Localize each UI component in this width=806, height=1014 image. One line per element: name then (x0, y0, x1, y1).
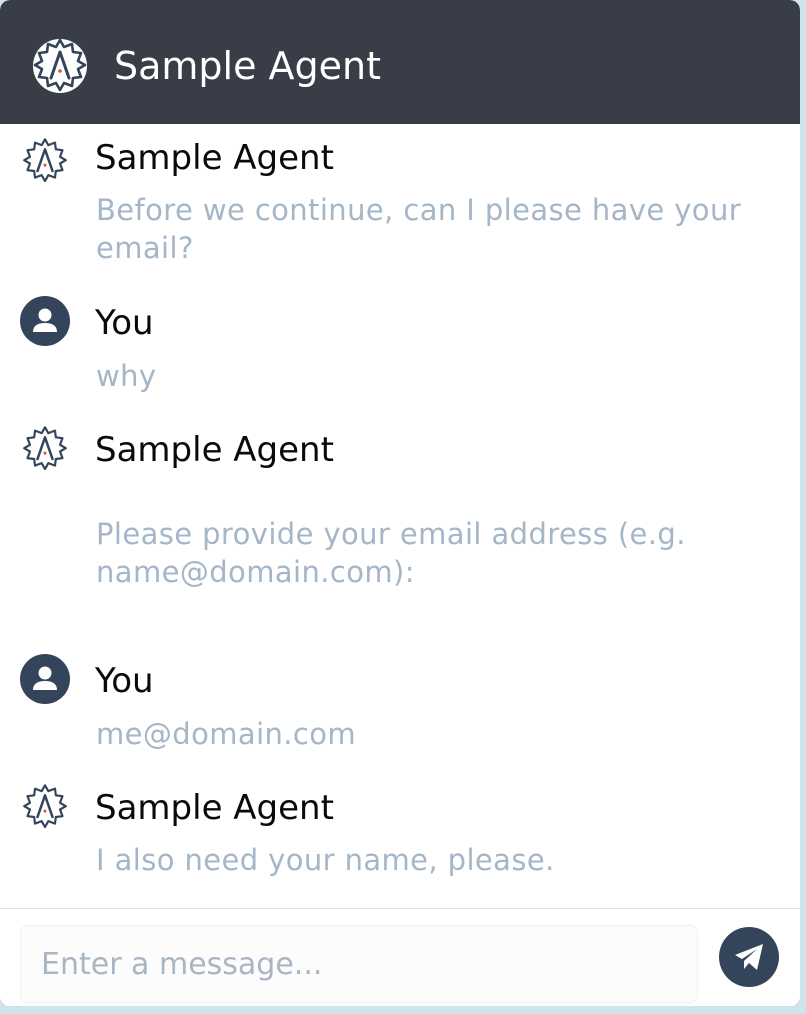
chat-widget: Sample Agent Sample Agent Before we cont… (0, 0, 800, 1006)
message-input[interactable] (20, 925, 698, 1003)
message-sender: You (95, 303, 154, 343)
message-text: Before we continue, can I please have yo… (96, 193, 742, 265)
message-sender: You (95, 661, 154, 701)
chat-header: Sample Agent (0, 0, 800, 124)
message-composer (0, 908, 800, 1006)
message-list[interactable]: Sample Agent Before we continue, can I p… (0, 124, 800, 908)
user-avatar-icon (20, 654, 70, 704)
agent-avatar-icon (22, 784, 68, 829)
message-sender: Sample Agent (95, 430, 334, 470)
paper-plane-icon (735, 944, 763, 970)
send-button[interactable] (719, 927, 779, 987)
agent-gear-logo-icon (33, 38, 87, 93)
message-text: why (96, 359, 157, 393)
agent-avatar-icon (22, 138, 68, 183)
header-title: Sample Agent (114, 44, 382, 88)
message-text: I also need your name, please. (96, 843, 555, 877)
agent-avatar-icon (22, 426, 68, 471)
user-avatar-icon (20, 296, 70, 346)
message-sender: Sample Agent (95, 138, 334, 178)
message-text: me@domain.com (96, 717, 357, 751)
message-sender: Sample Agent (95, 788, 334, 828)
message-text: Please provide your email address (e.g. … (96, 517, 686, 589)
